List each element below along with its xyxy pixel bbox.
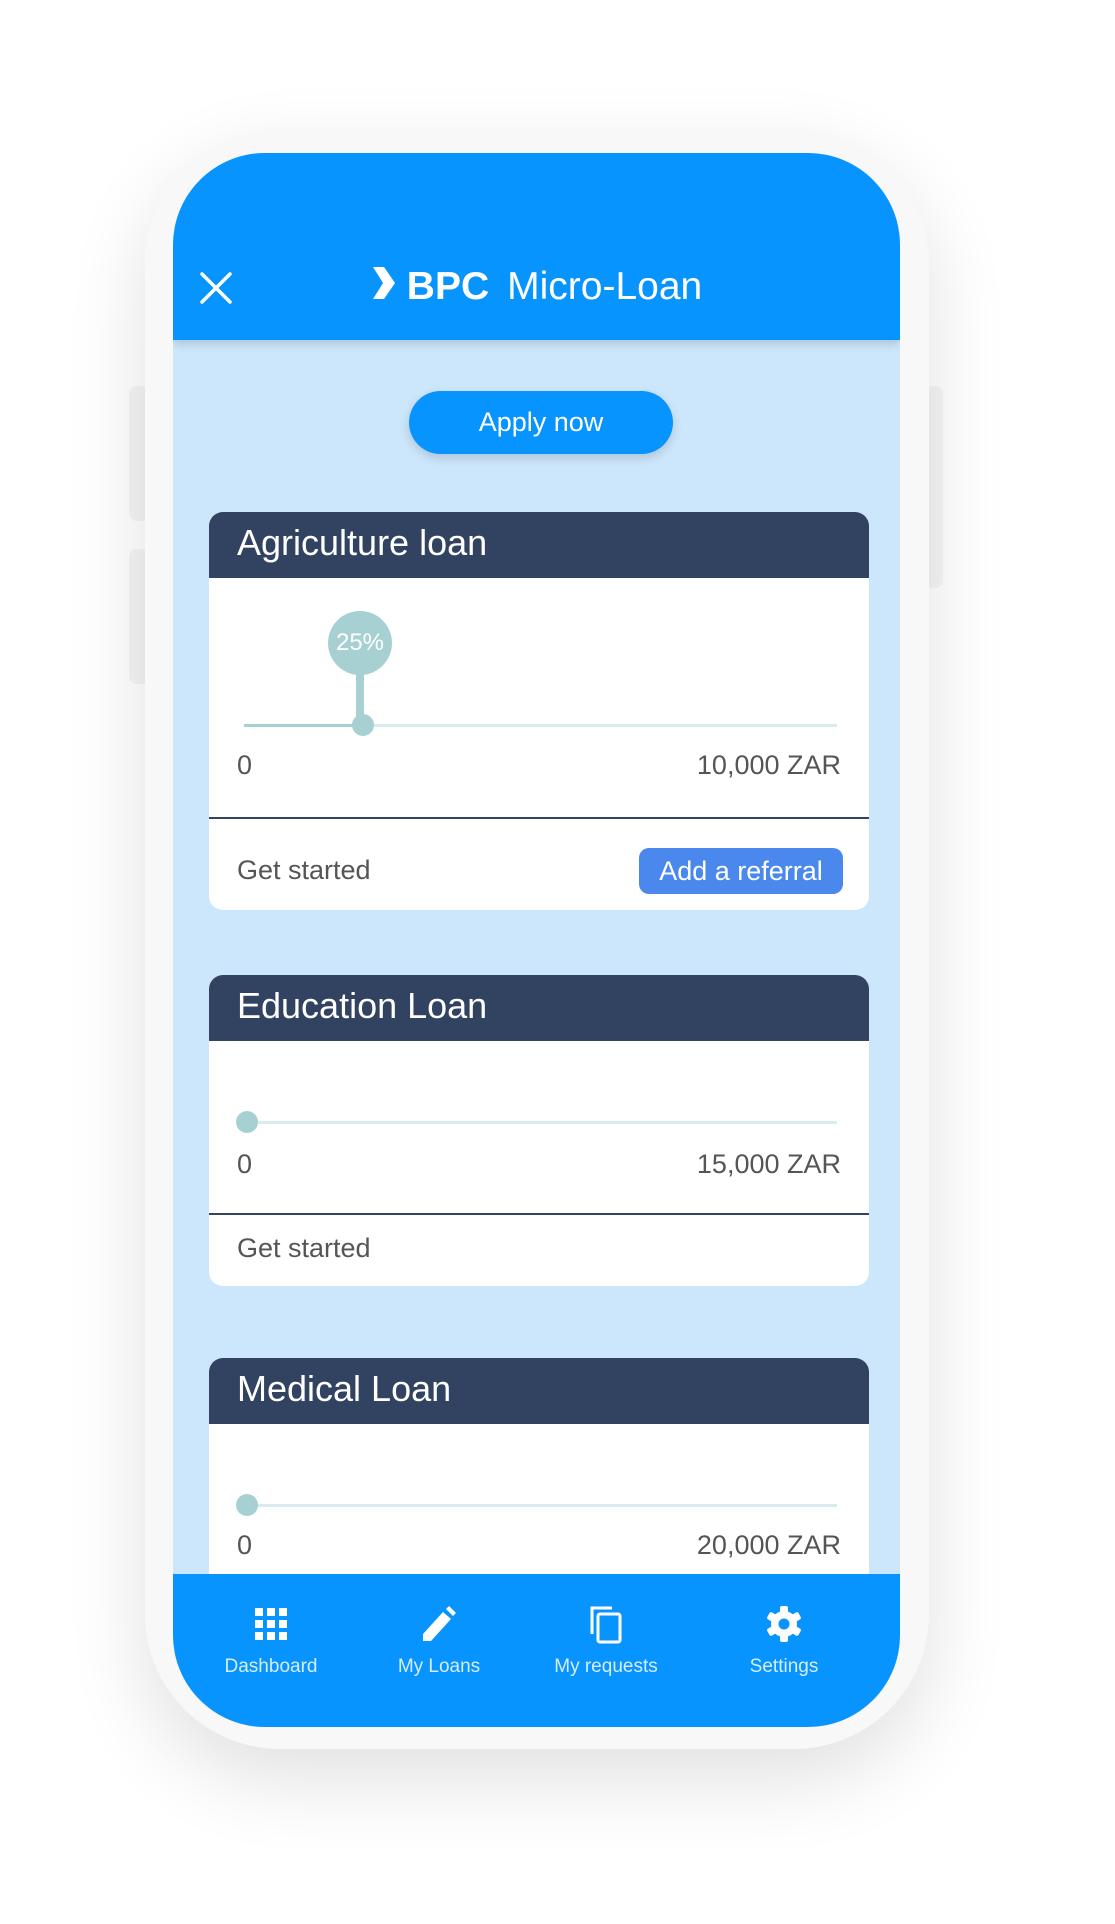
max-label: 15,000 ZAR — [696, 1149, 841, 1179]
loan-slider[interactable] — [236, 1111, 837, 1133]
loan-slider[interactable] — [244, 714, 837, 736]
bottom-nav: Dashboard My Loans My requests Settings — [173, 1574, 900, 1727]
gear-icon — [767, 1606, 801, 1642]
loan-card-agriculture: Agriculture loan 25% 0 10,000 ZAR Get st… — [209, 512, 869, 910]
add-referral-button[interactable]: Add a referral — [639, 848, 843, 894]
divider — [209, 1213, 869, 1215]
slider-thumb[interactable] — [351, 714, 374, 736]
get-started-link[interactable]: Get started — [237, 855, 371, 886]
max-label: 20,000 ZAR — [696, 1530, 841, 1560]
get-started-link[interactable]: Get started — [237, 1233, 371, 1264]
slider-thumb[interactable] — [236, 1111, 258, 1133]
nav-label: My Loans — [397, 1656, 481, 1677]
loan-title: Education Loan — [209, 975, 869, 1041]
nav-my-loans[interactable]: My Loans — [359, 1604, 519, 1678]
nav-settings[interactable]: Settings — [704, 1604, 864, 1678]
app-screen: BPC Micro-Loan Apply now Agriculture loan… — [173, 153, 900, 1727]
loan-card-education: Education Loan 0 15,000 ZAR Get started — [209, 975, 869, 1286]
max-label: 10,000 ZAR — [696, 750, 841, 780]
nav-dashboard[interactable]: Dashboard — [191, 1604, 351, 1678]
app-name: Micro-Loan — [507, 265, 703, 308]
apply-now-button[interactable]: Apply now — [409, 391, 673, 454]
nav-my-requests[interactable]: My requests — [526, 1604, 686, 1678]
loan-title: Agriculture loan — [209, 512, 869, 578]
min-label: 0 — [237, 750, 253, 780]
slider-fill — [244, 724, 363, 727]
nav-label: Settings — [749, 1656, 819, 1677]
min-label: 0 — [237, 1149, 253, 1179]
app-title: BPC Micro-Loan — [173, 265, 900, 309]
pencil-icon — [423, 1606, 456, 1641]
copy-icon — [590, 1606, 622, 1644]
loan-title: Medical Loan — [209, 1358, 869, 1424]
min-label: 0 — [237, 1530, 253, 1560]
divider — [209, 817, 869, 819]
grid-icon — [255, 1608, 287, 1640]
brand-logo: BPC — [406, 265, 490, 308]
nav-label: Dashboard — [224, 1656, 318, 1677]
loan-slider[interactable] — [236, 1494, 837, 1516]
app-header: BPC Micro-Loan — [173, 153, 900, 340]
brand-chevron-icon — [371, 265, 397, 309]
nav-label: My requests — [554, 1656, 658, 1677]
slider-thumb[interactable] — [236, 1494, 258, 1516]
